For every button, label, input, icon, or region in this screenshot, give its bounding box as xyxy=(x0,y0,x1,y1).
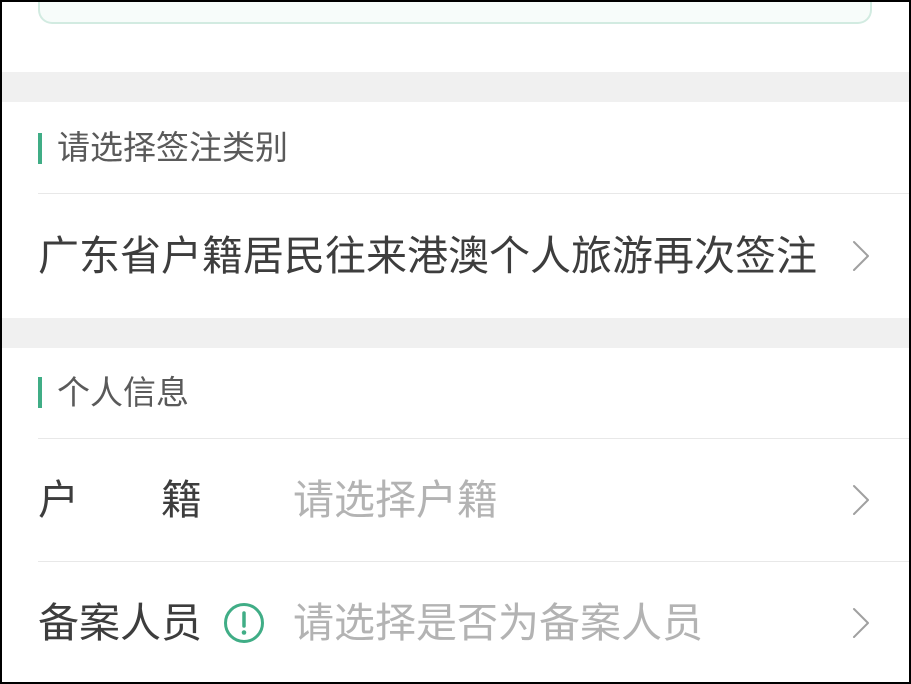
visa-category-title: 请选择签注类别 xyxy=(57,128,288,167)
personal-info-section: 个人信息 户 籍 请选择户籍 备案人员 请选择是否为备案人员 xyxy=(0,348,911,684)
household-registration-row[interactable]: 户 籍 请选择户籍 xyxy=(0,439,911,561)
household-registration-label-char: 户 xyxy=(38,476,79,524)
chevron-right-icon xyxy=(853,608,869,638)
section-header-bar xyxy=(38,133,42,164)
filing-person-row[interactable]: 备案人员 请选择是否为备案人员 xyxy=(0,562,911,684)
section-separator xyxy=(0,318,911,348)
household-registration-label-char: 籍 xyxy=(161,476,202,524)
visa-category-section: 请选择签注类别 广东省户籍居民往来港澳个人旅游再次签注 xyxy=(0,102,911,318)
household-registration-label: 户 籍 xyxy=(38,439,202,561)
personal-info-title: 个人信息 xyxy=(57,373,189,412)
section-header-bar xyxy=(38,377,42,408)
filing-person-select[interactable]: 请选择是否为备案人员 xyxy=(293,562,703,684)
section-separator xyxy=(0,72,911,102)
top-card xyxy=(38,0,872,24)
visa-category-row[interactable]: 广东省户籍居民往来港澳个人旅游再次签注 xyxy=(0,194,911,318)
screen: 请选择签注类别 广东省户籍居民往来港澳个人旅游再次签注 个人信息 户 籍 请选择… xyxy=(0,0,911,684)
chevron-right-icon xyxy=(853,485,869,515)
exclamation-circle-icon[interactable] xyxy=(223,602,265,644)
household-registration-select[interactable]: 请选择户籍 xyxy=(293,439,498,561)
filing-person-label: 备案人员 xyxy=(38,599,202,647)
chevron-right-icon xyxy=(853,241,869,271)
visa-category-value: 广东省户籍居民往来港澳个人旅游再次签注 xyxy=(38,232,817,280)
